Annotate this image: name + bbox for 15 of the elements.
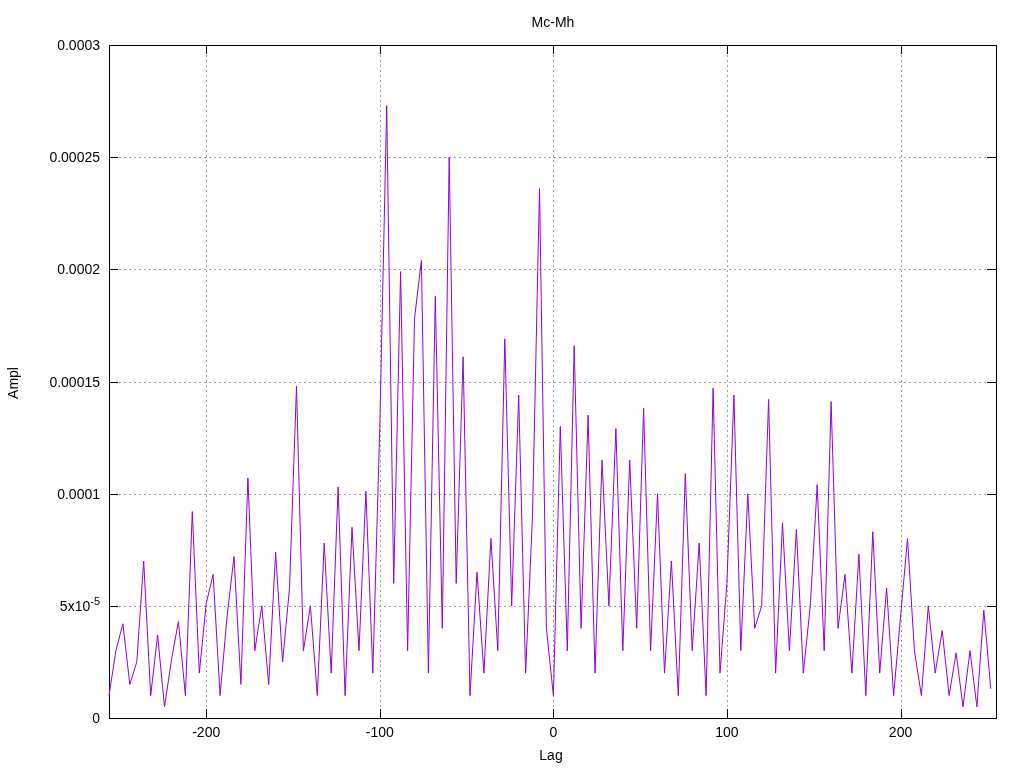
- tick-label: 0.0003: [57, 37, 100, 53]
- tick-label: 200: [888, 724, 913, 740]
- axis-label: Ampl: [5, 367, 21, 399]
- tick-label: -100: [365, 724, 394, 740]
- tick-label: 5x10$^{-5}$: [59, 594, 100, 614]
- tick-label: 0: [549, 724, 558, 740]
- tick-label: 0.0002: [57, 261, 100, 278]
- tick-label: 0.0001: [57, 485, 100, 502]
- tick-label: 0.00015: [49, 373, 100, 390]
- chart-title: Mc-Mh: [531, 14, 575, 30]
- tick-label: -200: [192, 724, 221, 740]
- tick-label: 100: [715, 724, 739, 740]
- tick-label: 0: [92, 710, 100, 726]
- tick-label: 0.00025: [49, 149, 100, 166]
- axis-label: Lag: [539, 747, 563, 763]
